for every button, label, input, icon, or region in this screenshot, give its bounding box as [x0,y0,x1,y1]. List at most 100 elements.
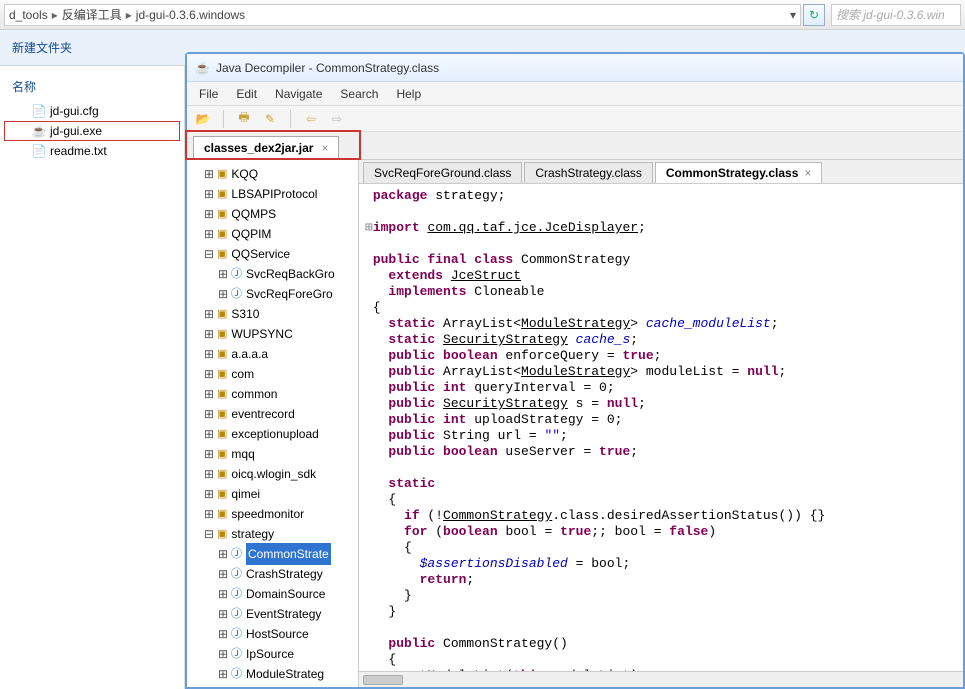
tree-package[interactable]: ⊞▣QQPIM [187,224,358,244]
package-icon: ▣ [217,164,227,184]
class-tab[interactable]: SvcReqForeGround.class [363,162,522,183]
tree-class[interactable]: ⊞ⒿIpSource [187,644,358,664]
file-name: jd-gui.exe [50,124,102,138]
dropdown-icon[interactable]: ▾ [790,8,796,22]
breadcrumb-seg[interactable]: d_tools [9,8,48,22]
print-icon[interactable]: 🖶 [236,111,252,127]
tree-class[interactable]: ⊞ⒿCrashStrategy [187,564,358,584]
tree-expander-icon[interactable]: ⊞ [217,284,229,304]
tree-expander-icon[interactable]: ⊞ [203,364,215,384]
window-titlebar[interactable]: ☕ Java Decompiler - CommonStrategy.class [187,54,963,82]
file-row[interactable]: 📄jd-gui.cfg [4,101,180,121]
tree-expander-icon[interactable]: ⊞ [217,624,229,644]
tree-class[interactable]: ⊞ⒿModuleStrateg [187,664,358,684]
tree-expander-icon[interactable]: ⊞ [217,564,229,584]
file-name: readme.txt [50,144,107,158]
tree-expander-icon[interactable]: ⊞ [203,464,215,484]
tree-expander-icon[interactable]: ⊞ [203,324,215,344]
tree-class[interactable]: ⊞ⒿHostSource [187,624,358,644]
close-icon[interactable]: × [321,141,328,155]
package-icon: ▣ [217,224,227,244]
source-view[interactable]: package strategy; ⊞import com.qq.taf.jce… [359,184,963,671]
tree-package[interactable]: ⊞▣WUPSYNC [187,324,358,344]
horizontal-scrollbar[interactable] [359,671,963,687]
tree-class[interactable]: ⊞ⒿSvcReqBackGro [187,264,358,284]
tree-package[interactable]: ⊞▣eventrecord [187,404,358,424]
tree-package[interactable]: ⊞▣KQQ [187,164,358,184]
tree-expander-icon[interactable]: ⊞ [217,264,229,284]
menu-search[interactable]: Search [340,87,378,101]
tree-package[interactable]: ⊞▣mqq [187,444,358,464]
breadcrumb-seg[interactable]: jd-gui-0.3.6.windows [136,8,245,22]
file-row[interactable]: 📄readme.txt [4,141,180,161]
app-icon: ☕ [195,61,210,75]
tree-expander-icon[interactable]: ⊞ [203,384,215,404]
tree-label: common [231,384,277,404]
menu-edit[interactable]: Edit [236,87,257,101]
column-header-name[interactable]: 名称 [12,78,172,95]
tree-expander-icon[interactable]: ⊞ [203,484,215,504]
jar-tabstrip: classes_dex2jar.jar × [187,132,963,160]
tree-expander-icon[interactable]: ⊞ [203,424,215,444]
class-icon: Ⓙ [231,564,242,584]
tree-expander-icon[interactable]: ⊞ [217,584,229,604]
tree-package[interactable]: ⊞▣LBSAPIProtocol [187,184,358,204]
tree-package[interactable]: ⊞▣oicq.wlogin_sdk [187,464,358,484]
class-tab[interactable]: CrashStrategy.class [524,162,652,183]
class-tabstrip: SvcReqForeGround.class CrashStrategy.clas… [359,160,963,184]
tree-class[interactable]: ⊞ⒿEventStrategy [187,604,358,624]
tree-class[interactable]: ⊞ⒿSvcReqForeGro [187,284,358,304]
menu-file[interactable]: File [199,87,218,101]
back-icon[interactable]: ⇦ [303,111,319,127]
tree-expander-icon[interactable]: ⊞ [203,184,215,204]
breadcrumb[interactable]: d_tools ▸ 反编译工具 ▸ jd-gui-0.3.6.windows ▾ [4,4,801,26]
tree-package[interactable]: ⊟▣QQService [187,244,358,264]
tree-class[interactable]: ⊞ⒿDomainSource [187,584,358,604]
tree-expander-icon[interactable]: ⊞ [217,644,229,664]
tree-expander-icon[interactable]: ⊞ [217,664,229,684]
class-tab[interactable]: CommonStrategy.class× [655,162,823,183]
tree-expander-icon[interactable]: ⊞ [203,224,215,244]
tree-package[interactable]: ⊞▣QQMPS [187,204,358,224]
file-name: jd-gui.cfg [50,104,99,118]
class-icon: Ⓙ [231,264,242,284]
tree-package[interactable]: ⊞▣exceptionupload [187,424,358,444]
tree-package[interactable]: ⊟▣strategy [187,524,358,544]
wand-icon[interactable]: ✎ [262,111,278,127]
tree-label: SvcReqBackGro [246,264,335,284]
tree-expander-icon[interactable]: ⊟ [203,244,215,264]
file-row[interactable]: ☕jd-gui.exe [4,121,180,141]
search-input[interactable]: 搜索 jd-gui-0.3.6.win [831,4,961,26]
breadcrumb-seg[interactable]: 反编译工具 [62,6,122,23]
tree-expander-icon[interactable]: ⊞ [203,504,215,524]
tree-package[interactable]: ⊞▣common [187,384,358,404]
tree-package[interactable]: ⊞▣qimei [187,484,358,504]
tree-expander-icon[interactable]: ⊞ [203,164,215,184]
tree-package[interactable]: ⊞▣speedmonitor [187,504,358,524]
tree-expander-icon[interactable]: ⊟ [203,524,215,544]
class-icon: Ⓙ [231,284,242,304]
tree-package[interactable]: ⊞▣S310 [187,304,358,324]
tree-expander-icon[interactable]: ⊞ [203,344,215,364]
package-icon: ▣ [217,304,227,324]
tree-package[interactable]: ⊞▣com [187,364,358,384]
tree-class[interactable]: ⊞ⒿCommonStrate [187,544,358,564]
open-icon[interactable]: 📂 [195,111,211,127]
menu-help[interactable]: Help [396,87,421,101]
refresh-button[interactable]: ↻ [803,4,825,26]
tree-package[interactable]: ⊞▣a.a.a.a [187,344,358,364]
jar-tab[interactable]: classes_dex2jar.jar × [193,136,339,159]
tree-expander-icon[interactable]: ⊞ [203,444,215,464]
tree-expander-icon[interactable]: ⊞ [217,604,229,624]
class-tab-label: CrashStrategy.class [535,166,641,180]
forward-icon[interactable]: ⇨ [329,111,345,127]
package-icon: ▣ [217,404,227,424]
tree-expander-icon[interactable]: ⊞ [203,404,215,424]
new-folder-button[interactable]: 新建文件夹 [12,39,72,56]
menu-navigate[interactable]: Navigate [275,87,322,101]
tree-expander-icon[interactable]: ⊞ [217,544,229,564]
tree-expander-icon[interactable]: ⊞ [203,204,215,224]
package-tree[interactable]: ⊞▣KQQ⊞▣LBSAPIProtocol⊞▣QQMPS⊞▣QQPIM⊟▣QQS… [187,160,359,687]
tree-expander-icon[interactable]: ⊞ [203,304,215,324]
close-icon[interactable]: × [804,166,811,180]
